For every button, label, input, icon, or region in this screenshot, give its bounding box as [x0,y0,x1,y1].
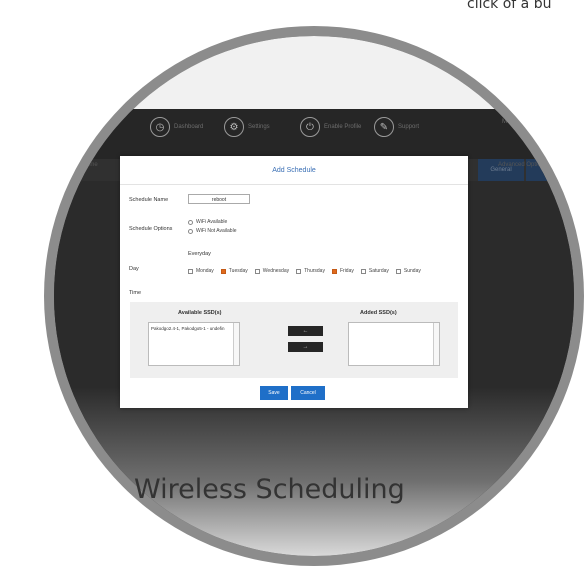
day-name: Sunday [403,268,421,274]
settings-icon: ⚙ [224,117,244,137]
day-wednesday[interactable]: Wednesday [254,268,290,274]
time-label: Time [129,290,142,296]
added-ssd-list[interactable] [348,322,440,366]
day-sunday[interactable]: Sunday [395,268,421,274]
day-name: Thursday [304,268,325,274]
available-ssd-list[interactable]: Pakodgo2.4-1, Pakodgo5-1 - undefin [148,322,240,366]
list-item[interactable]: Pakodgo2.4-1, Pakodgo5-1 - undefin [151,326,225,331]
nav-label: Enable Profile [324,124,362,130]
checkbox[interactable] [296,268,302,274]
radio-button[interactable] [188,219,193,225]
day-name: Monday [196,268,214,274]
checkbox-checked[interactable] [331,268,337,274]
wrench-icon: ✎ [374,117,394,137]
day-thursday[interactable]: Thursday [296,268,325,274]
wifi-available-option[interactable]: WiFi Available [188,219,227,225]
nav-label: Settings [248,124,270,130]
wifi-not-available-option[interactable]: WiFi Not Available [188,228,236,234]
scrollbar[interactable] [233,323,239,365]
day-name: Tuesday [228,268,248,274]
nav-item-enable-profile[interactable]: ⏻ Enable Profile [300,117,361,137]
schedule-name-label: Schedule Name [129,197,169,203]
move-left-button[interactable]: ← [288,326,323,336]
checkbox-checked[interactable] [220,268,226,274]
top-caption: click of a bu [467,0,552,12]
cancel-button[interactable]: Cancel [291,386,325,400]
option-label: WiFi Available [196,219,228,225]
nav-bar: ◷ Dashboard ⚙ Settings ⏻ Enable Profile … [54,109,574,159]
bottom-caption: Wireless Scheduling [134,474,405,505]
day-tuesday[interactable]: Tuesday [220,268,248,274]
nav-item-support[interactable]: ✎ Support [374,117,419,137]
scrollbar[interactable] [433,323,439,365]
day-checkboxes: Monday Tuesday Wednesday Thursday Friday… [188,268,424,274]
available-ssd-heading: Available SSD(s) [178,310,222,316]
ssd-panel: Available SSD(s) Added SSD(s) Pakodgo2.4… [130,302,458,378]
clock-icon: ◷ [150,117,170,137]
bg-right-label: Advanced Options [498,162,548,168]
added-ssd-heading: Added SSD(s) [360,310,397,316]
everyday-label: Everyday [188,251,211,257]
move-right-button[interactable]: → [288,342,323,352]
radio-button[interactable] [188,228,193,234]
nav-label: Support [398,124,420,130]
checkbox[interactable] [360,268,366,274]
day-name: Saturday [368,268,389,274]
nav-right-text: Mobile [502,119,520,125]
power-icon: ⏻ [300,117,320,137]
nav-label: Dashboard [174,124,204,130]
header-bar [54,36,574,109]
day-name: Wednesday [262,268,290,274]
nav-item-settings[interactable]: ⚙ Settings [224,117,270,137]
day-name: Friday [339,268,354,274]
checkbox[interactable] [395,268,401,274]
add-schedule-dialog: Add Schedule Schedule Name reboot Schedu… [120,156,468,408]
day-saturday[interactable]: Saturday [360,268,389,274]
day-monday[interactable]: Monday [188,268,214,274]
checkbox[interactable] [188,268,193,274]
save-button[interactable]: Save [260,386,288,400]
schedule-name-input[interactable]: reboot [188,194,250,204]
dialog-title: Add Schedule [120,156,468,185]
day-friday[interactable]: Friday [331,268,354,274]
schedule-options-label: Schedule Options [129,226,173,232]
checkbox[interactable] [254,268,260,274]
day-label: Day [129,266,139,272]
bg-left-label: Device & Name [56,162,98,168]
nav-item-dashboard[interactable]: ◷ Dashboard [150,117,203,137]
option-label: WiFi Not Available [196,228,237,234]
